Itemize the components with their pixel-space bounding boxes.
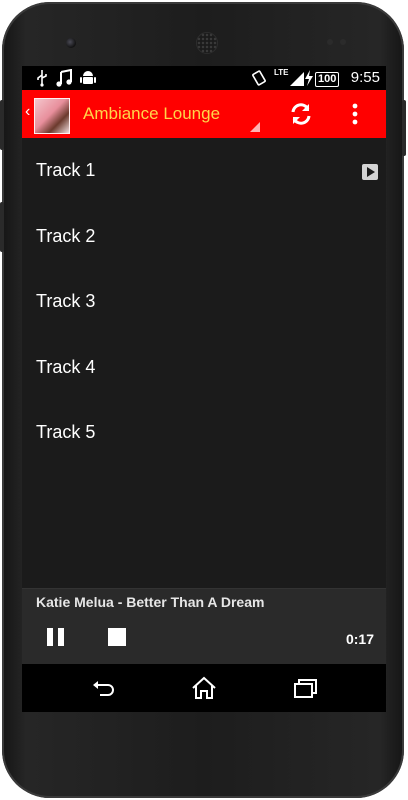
front-camera: [66, 38, 76, 48]
power-button: [402, 100, 406, 156]
volume-button: [0, 100, 4, 150]
elapsed-time: 0:17: [345, 631, 374, 647]
refresh-icon[interactable]: [288, 101, 314, 127]
pause-button[interactable]: [47, 628, 65, 646]
track-label: Track 5: [36, 422, 96, 442]
track-list: Track 1 Track 2 Track 3 Track 4 Track 5: [22, 138, 386, 466]
screen: LTE 100 9:55 ‹ Ambiance Lounge Track 1 T…: [22, 66, 386, 712]
back-caret-icon[interactable]: ‹: [25, 103, 30, 121]
track-label: Track 4: [36, 356, 96, 377]
player-controls: Katie Melua - Better Than A Dream 0:17: [22, 588, 386, 665]
usb-icon: [36, 69, 48, 87]
signal-strength-icon: [290, 69, 304, 87]
now-playing-icon: [362, 164, 378, 180]
stop-button[interactable]: [108, 628, 126, 646]
android-debug-icon: [80, 69, 96, 87]
proximity-sensor: [327, 39, 333, 45]
navigation-bar: [22, 664, 386, 712]
spinner-dropdown-icon[interactable]: [250, 122, 260, 132]
track-item[interactable]: Track 3: [22, 269, 386, 335]
battery-icon: 100: [315, 70, 340, 88]
vibrate-icon: [250, 69, 268, 87]
clock: 9:55: [350, 69, 380, 86]
track-label: Track 2: [36, 225, 96, 246]
station-title[interactable]: Ambiance Lounge: [83, 104, 220, 124]
track-label: Track 1: [36, 160, 96, 180]
status-bar: LTE 100 9:55: [22, 66, 386, 90]
album-art-thumbnail[interactable]: [34, 98, 70, 134]
home-nav-icon[interactable]: [191, 675, 217, 701]
recent-apps-icon[interactable]: [292, 675, 318, 701]
overflow-menu-icon[interactable]: [352, 103, 358, 125]
music-note-icon: [56, 69, 72, 87]
light-sensor: [340, 39, 346, 45]
track-item[interactable]: Track 4: [22, 335, 386, 401]
volume-button: [0, 202, 4, 252]
lte-signal-icon: LTE: [274, 68, 289, 77]
now-playing-title: Katie Melua - Better Than A Dream: [36, 594, 265, 610]
charging-bolt-icon: [305, 69, 313, 87]
back-nav-icon[interactable]: [90, 675, 116, 701]
track-item[interactable]: Track 2: [22, 204, 386, 270]
action-bar: ‹ Ambiance Lounge: [22, 90, 386, 138]
track-item[interactable]: Track 1: [22, 138, 386, 204]
earpiece-speaker: [196, 32, 218, 54]
track-label: Track 3: [36, 291, 96, 311]
track-item[interactable]: Track 5: [22, 400, 386, 466]
